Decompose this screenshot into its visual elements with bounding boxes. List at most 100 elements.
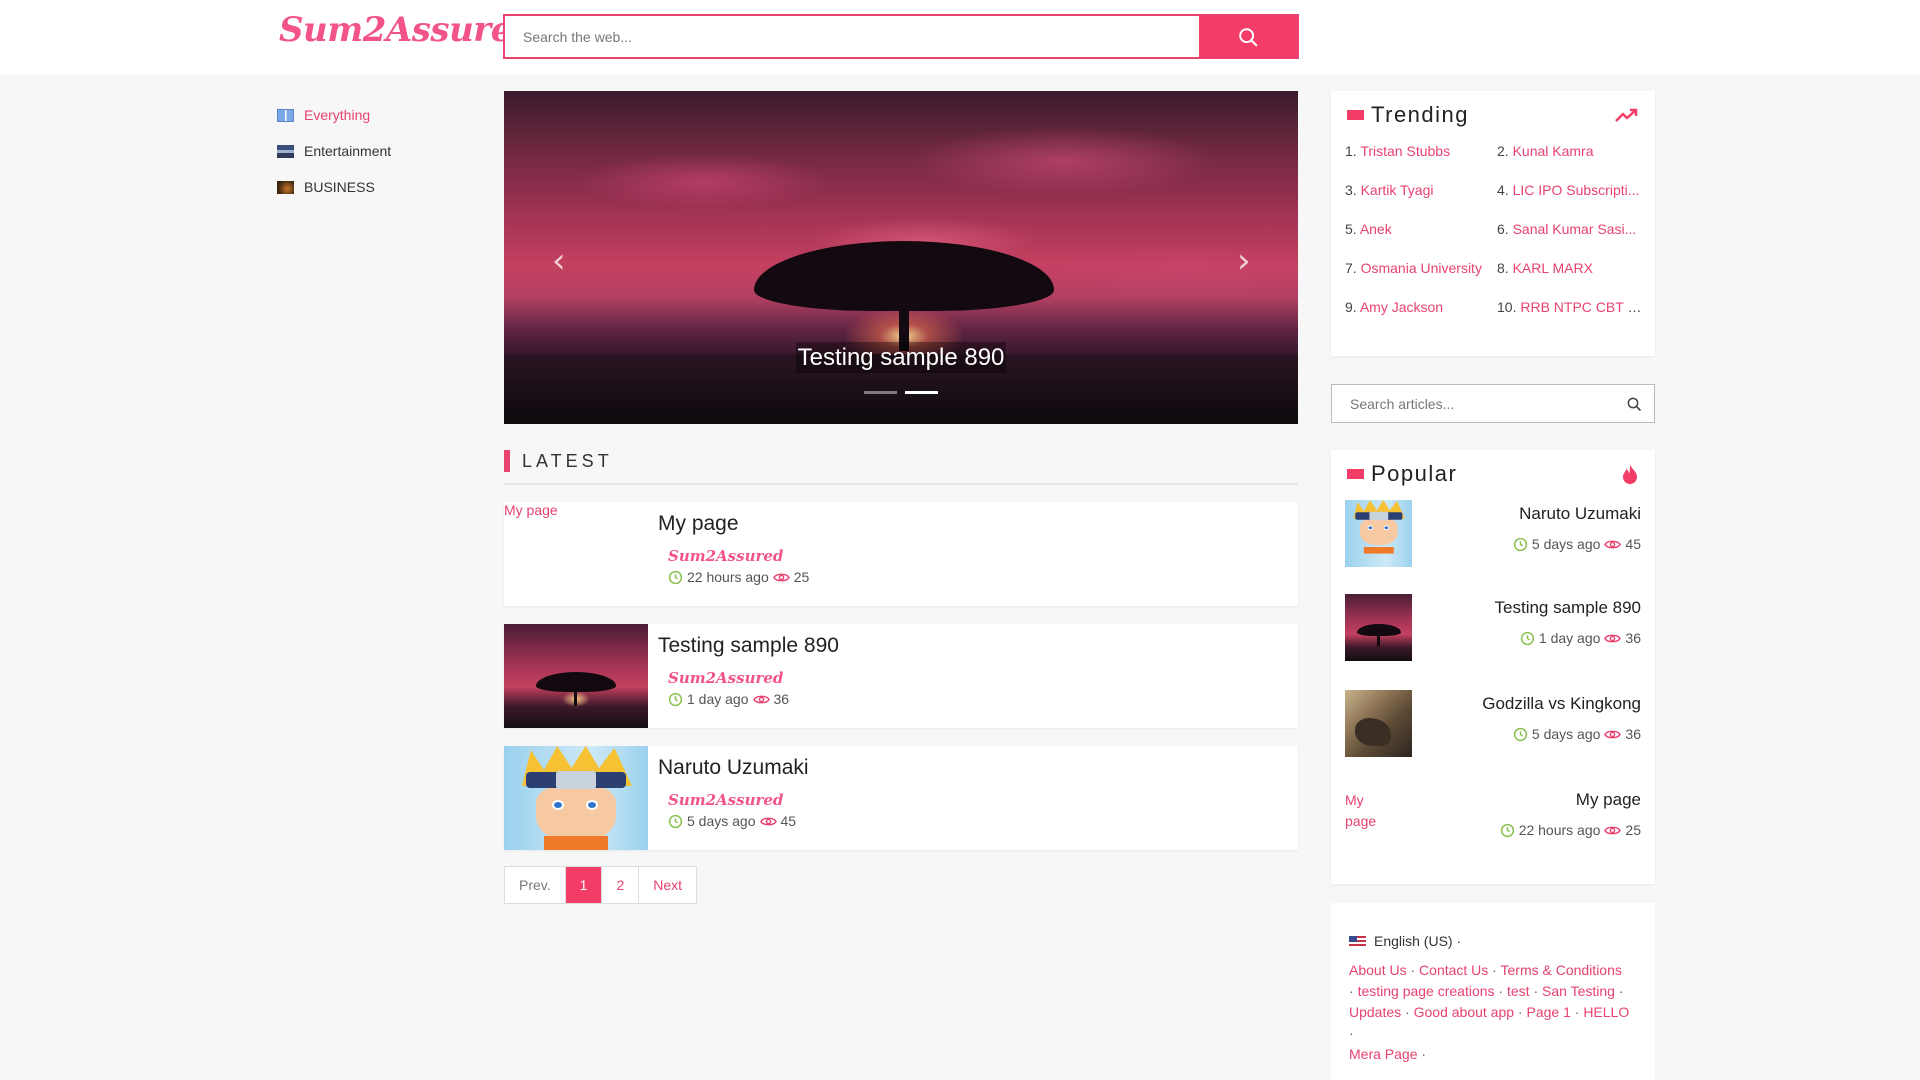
popular-card: Popular Naruto Uzumaki 5 days ago 45 Tes… xyxy=(1331,450,1655,884)
trending-item[interactable]: 6. Sanal Kumar Sasi... xyxy=(1497,221,1647,260)
latest-heading-text: LATEST xyxy=(522,451,613,471)
footer-link-terms[interactable]: Terms & Conditions xyxy=(1501,962,1622,978)
footer-link-about-us[interactable]: About Us xyxy=(1349,962,1407,978)
article-author[interactable]: Sum2Assured xyxy=(668,791,809,809)
popular-info: My page 22 hours ago 25 xyxy=(1412,786,1641,882)
footer-links: About Us · Contact Us · Terms & Conditio… xyxy=(1349,960,1637,1065)
trending-item[interactable]: 3. Kartik Tyagi xyxy=(1345,182,1497,221)
popular-item[interactable]: My page My page 22 hours ago 25 xyxy=(1331,786,1655,882)
trending-link[interactable]: Anek xyxy=(1360,221,1392,237)
carousel-dot-active[interactable] xyxy=(905,391,938,394)
article-meta: 1 day ago 36 xyxy=(668,691,839,707)
eye-icon xyxy=(1604,634,1622,642)
trending-item[interactable]: 9. Amy Jackson xyxy=(1345,299,1497,338)
popular-title-text[interactable]: Testing sample 890 xyxy=(1412,598,1641,618)
article-time: 5 days ago xyxy=(687,813,756,829)
headband-plate xyxy=(1369,511,1389,521)
category-sidebar: Everything Entertainment BUSINESS xyxy=(277,97,477,205)
article-author[interactable]: Sum2Assured xyxy=(668,547,809,565)
broken-image: My page xyxy=(504,502,558,518)
trending-item[interactable]: 1. Tristan Stubbs xyxy=(1345,143,1497,182)
hero-caption[interactable]: Testing sample 890 xyxy=(795,342,1007,373)
article-title[interactable]: My page xyxy=(658,512,809,536)
latest-article[interactable]: My page My page Sum2Assured 22 hours ago… xyxy=(504,502,1298,606)
footer-link-hello[interactable]: HELLO xyxy=(1583,1004,1629,1020)
sidebar-item-everything[interactable]: Everything xyxy=(277,97,477,133)
language-selector[interactable]: English (US) · xyxy=(1349,931,1637,952)
pagination-page-2[interactable]: 2 xyxy=(602,867,640,903)
business-icon xyxy=(277,180,294,194)
separator: · xyxy=(1417,1046,1427,1062)
footer-link-san-testing[interactable]: San Testing xyxy=(1542,983,1615,999)
article-thumbnail: My page xyxy=(504,502,648,606)
face-shape xyxy=(536,786,616,842)
popular-title-text[interactable]: My page xyxy=(1412,790,1641,810)
footer-link-good-about-app[interactable]: Good about app xyxy=(1414,1004,1514,1020)
footer-link-testing-page-creations[interactable]: testing page creations xyxy=(1358,983,1495,999)
trending-link[interactable]: KARL MARX xyxy=(1513,260,1593,276)
popular-item[interactable]: Naruto Uzumaki 5 days ago 45 xyxy=(1331,498,1655,594)
sidebar-item-business[interactable]: BUSINESS xyxy=(277,169,477,205)
trending-item[interactable]: 8. KARL MARX xyxy=(1497,260,1647,299)
eye-icon xyxy=(759,817,777,825)
latest-article[interactable]: Naruto Uzumaki Sum2Assured 5 days ago 45 xyxy=(504,746,1298,850)
trending-link[interactable]: Kartik Tyagi xyxy=(1361,182,1434,198)
latest-article[interactable]: Testing sample 890 Sum2Assured 1 day ago… xyxy=(504,624,1298,728)
popular-item[interactable]: Godzilla vs Kingkong 5 days ago 36 xyxy=(1331,690,1655,786)
popular-header: Popular xyxy=(1331,450,1655,498)
article-title[interactable]: Testing sample 890 xyxy=(658,634,839,658)
popular-title-text[interactable]: Naruto Uzumaki xyxy=(1412,504,1641,524)
article-search-button[interactable] xyxy=(1614,396,1654,412)
carousel-next-arrow-icon[interactable]: › xyxy=(1237,241,1251,281)
everything-icon xyxy=(277,108,294,122)
popular-title: Popular xyxy=(1371,461,1458,486)
trending-link[interactable]: Osmania University xyxy=(1361,260,1482,276)
web-search-button[interactable] xyxy=(1199,16,1297,57)
trending-header: Trending xyxy=(1331,91,1655,135)
trending-item[interactable]: 10. RRB NTPC CBT 2 ... xyxy=(1497,299,1647,338)
footer-link-mera-page[interactable]: Mera Page xyxy=(1349,1046,1417,1062)
article-search-input[interactable] xyxy=(1332,395,1614,412)
article-views: 36 xyxy=(773,691,790,707)
trending-link[interactable]: Sanal Kumar Sasi... xyxy=(1513,221,1637,237)
clock-icon xyxy=(668,570,683,584)
separator: · xyxy=(1514,1004,1527,1020)
trending-link[interactable]: Amy Jackson xyxy=(1360,299,1443,315)
trending-item[interactable]: 2. Kunal Kamra xyxy=(1497,143,1647,182)
article-author[interactable]: Sum2Assured xyxy=(668,669,839,687)
footer-link-test[interactable]: test xyxy=(1507,983,1530,999)
separator: · xyxy=(1349,983,1358,999)
article-thumbnail xyxy=(504,746,648,850)
trending-item[interactable]: 5. Anek xyxy=(1345,221,1497,260)
popular-title-text[interactable]: Godzilla vs Kingkong xyxy=(1412,694,1641,714)
carousel-indicators xyxy=(504,391,1298,394)
trending-item[interactable]: 7. Osmania University xyxy=(1345,260,1497,299)
web-search-bar xyxy=(503,14,1299,59)
trending-item[interactable]: 4. LIC IPO Subscripti... xyxy=(1497,182,1647,221)
site-logo[interactable]: Sum2Assured xyxy=(279,10,536,50)
web-search-input[interactable] xyxy=(505,16,1199,57)
trending-num: 10. xyxy=(1497,299,1517,315)
trending-link[interactable]: RRB NTPC CBT 2 ... xyxy=(1520,299,1647,315)
collar-shape xyxy=(544,836,608,850)
trending-link[interactable]: Kunal Kamra xyxy=(1513,143,1594,159)
headband-plate xyxy=(556,771,596,789)
pagination-page-1[interactable]: 1 xyxy=(565,867,603,903)
article-meta: 5 days ago 45 xyxy=(668,813,809,829)
carousel-prev-arrow-icon[interactable]: ‹ xyxy=(552,241,566,281)
pagination-prev[interactable]: Prev. xyxy=(505,867,566,903)
article-title[interactable]: Naruto Uzumaki xyxy=(658,756,809,780)
broken-image: My page xyxy=(1345,792,1377,829)
footer-link-contact-us[interactable]: Contact Us xyxy=(1419,962,1488,978)
eye-shape xyxy=(586,800,598,810)
hero-carousel[interactable]: ‹ › Testing sample 890 xyxy=(504,91,1298,424)
sidebar-item-entertainment[interactable]: Entertainment xyxy=(277,133,477,169)
trending-link[interactable]: LIC IPO Subscripti... xyxy=(1513,182,1640,198)
popular-item[interactable]: Testing sample 890 1 day ago 36 xyxy=(1331,594,1655,690)
footer-link-updates[interactable]: Updates xyxy=(1349,1004,1401,1020)
trending-link[interactable]: Tristan Stubbs xyxy=(1360,143,1450,159)
carousel-dot[interactable] xyxy=(864,391,897,394)
search-icon xyxy=(1627,397,1641,411)
pagination-next[interactable]: Next xyxy=(639,867,696,903)
footer-link-page-1[interactable]: Page 1 xyxy=(1526,1004,1570,1020)
